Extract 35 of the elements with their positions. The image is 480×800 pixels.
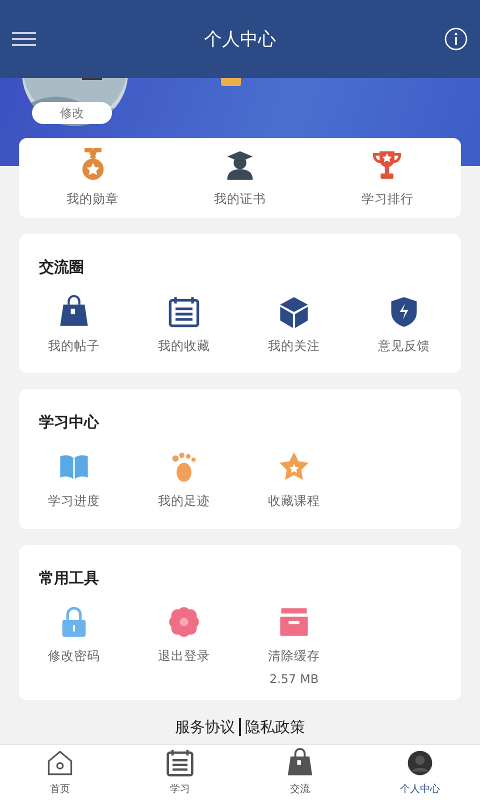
menu-item[interactable]: 我的帖子 [19, 294, 129, 356]
shopping-bag-icon [57, 294, 91, 328]
page-title: 个人中心 [204, 28, 276, 52]
footer-link[interactable]: 隐私政策 [245, 716, 305, 738]
section-title: 常用工具 [38, 568, 100, 588]
drawer-icon [277, 605, 311, 639]
nav-tab[interactable]: 交流 [240, 748, 360, 797]
menu-item[interactable]: 学习进度 [19, 450, 129, 510]
menu-item[interactable]: 修改密码 [19, 605, 129, 688]
nav-tab[interactable]: 个人中心 [360, 748, 480, 797]
home-icon [45, 748, 75, 778]
menu-item[interactable]: 我的勋章 [22, 148, 163, 208]
notepad-icon [165, 748, 195, 778]
menu-item[interactable]: 退出登录 [129, 605, 239, 688]
flower-icon [167, 605, 201, 639]
info-icon[interactable] [444, 27, 468, 51]
shopping-bag-icon [285, 748, 315, 778]
menu-item[interactable]: 我的足迹 [129, 450, 239, 510]
menu-item[interactable]: 清除缓存 2.57 MB [239, 605, 349, 688]
menu-item[interactable]: 学习排行 [317, 148, 458, 208]
footer-link[interactable]: 服务协议 [175, 716, 235, 738]
menu-icon[interactable] [12, 32, 36, 46]
menu-item[interactable]: 意见反馈 [349, 294, 459, 356]
menu-item[interactable]: 收藏课程 [239, 450, 349, 510]
edit-button[interactable]: 修改 [32, 102, 112, 124]
menu-item[interactable]: 我的证书 [170, 148, 310, 208]
nav-tab[interactable]: 学习 [120, 748, 240, 797]
menu-item[interactable]: 我的关注 [239, 294, 349, 356]
person-icon [405, 748, 435, 778]
notepad-icon [167, 294, 201, 328]
nav-tab[interactable]: 首页 [0, 748, 120, 797]
cube-icon [277, 294, 311, 328]
menu-item[interactable]: 我的收藏 [129, 294, 239, 356]
section-title: 交流圈 [38, 257, 85, 278]
section-title: 学习中心 [38, 412, 100, 434]
